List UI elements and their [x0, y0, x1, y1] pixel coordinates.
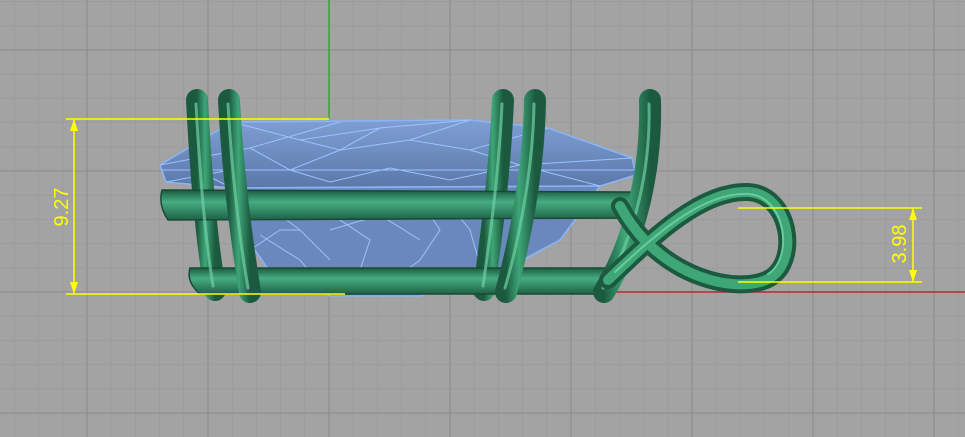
total-height-value: 9.27 [51, 188, 73, 227]
dim-arrow-top [909, 208, 917, 220]
dim-arrow-bottom [909, 270, 917, 282]
rhino-viewport[interactable]: 9.27 3.98 [0, 0, 965, 437]
viewport-canvas[interactable]: 9.27 3.98 [0, 0, 965, 437]
dim-arrow-top [70, 119, 78, 131]
bail-height-value: 3.98 [889, 225, 911, 264]
